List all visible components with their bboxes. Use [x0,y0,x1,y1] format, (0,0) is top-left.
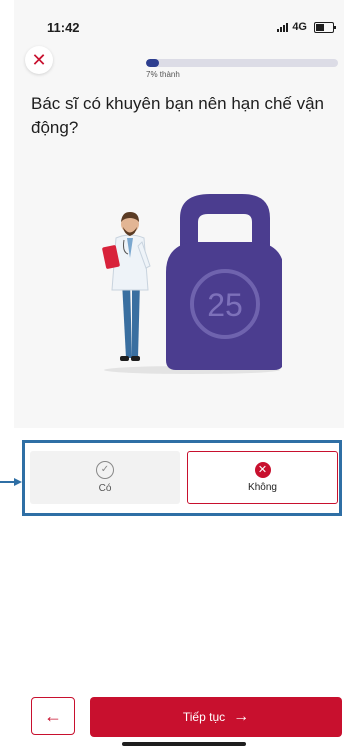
signal-icon [277,22,289,32]
x-circle-icon: ✕ [254,462,271,478]
annotation-arrow [0,478,22,486]
network-label: 4G [292,21,307,33]
home-indicator [122,742,246,746]
arrow-left-icon: ← [44,705,62,726]
option-no-button[interactable]: ✕ Không [187,451,338,504]
arrow-right-icon: → [233,708,250,725]
progress-fill [146,59,160,67]
doctor-figure [102,212,151,361]
continue-label: Tiếp tục [182,710,226,724]
progress-label: 7% thành [146,70,180,79]
option-yes-label: Có [98,483,112,494]
close-button[interactable]: ✕ [25,46,53,74]
status-indicators: 4G [277,21,336,33]
option-no-label: Không [248,482,277,493]
status-time: 11:42 [47,20,80,35]
option-yes-button[interactable]: ✓ Có [30,451,180,504]
check-circle-icon: ✓ [96,461,114,479]
continue-button[interactable]: Tiếp tục → [90,697,342,737]
status-bar: 11:42 4G [0,0,344,40]
doctor-kettlebell-illustration: 25 [102,194,282,374]
battery-icon [314,21,336,33]
progress-bar [146,59,338,67]
kettlebell-weight: 25 [207,287,243,323]
close-icon: ✕ [31,50,47,70]
back-button[interactable]: ← [31,697,75,735]
question-text: Bác sĩ có khuyên bạn nên hạn chế vận độn… [31,94,324,137]
